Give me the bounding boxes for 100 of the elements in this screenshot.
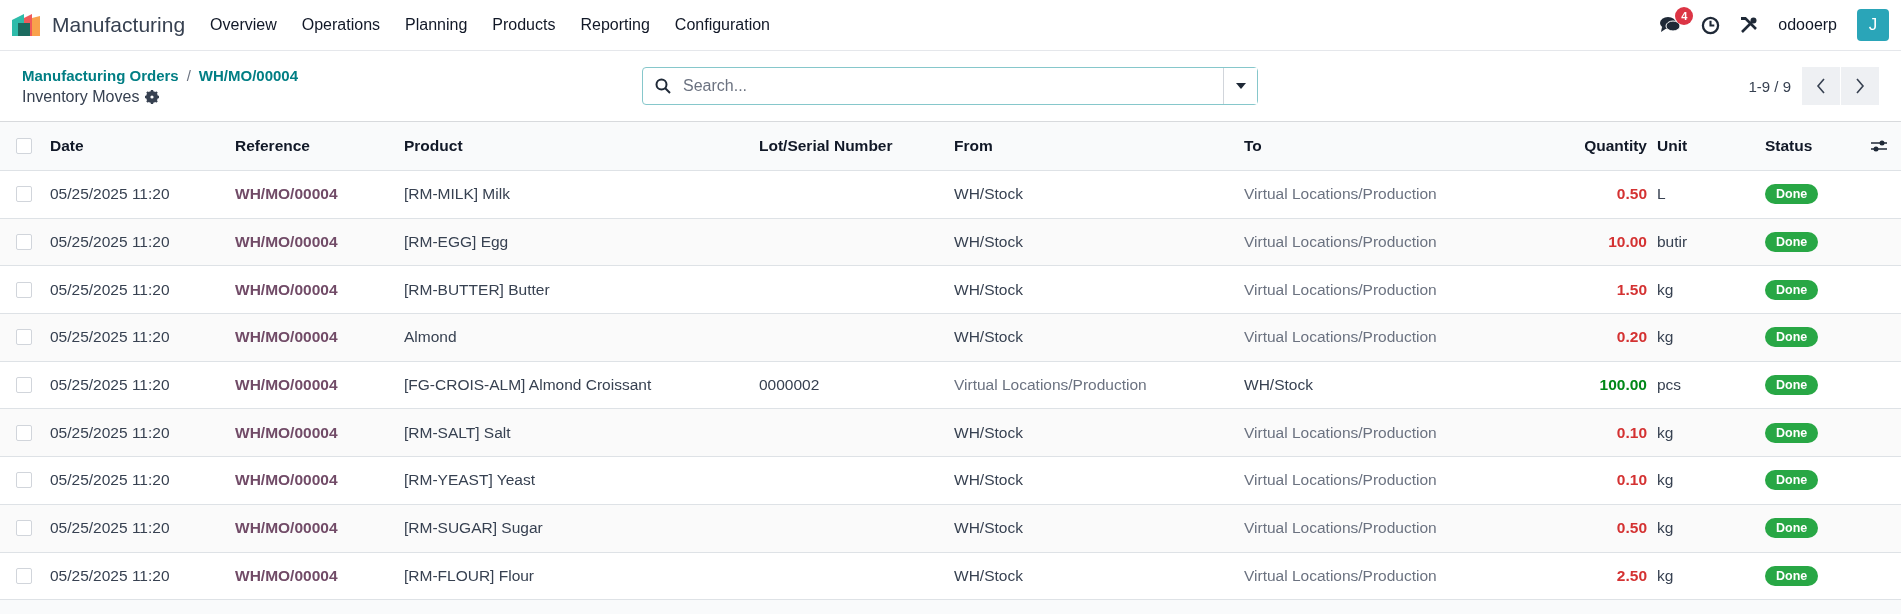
unit-cell-text: pcs — [1657, 376, 1683, 395]
status-badge: Done — [1765, 470, 1819, 491]
tools-icon[interactable] — [1740, 16, 1759, 34]
clock-icon[interactable] — [1701, 15, 1721, 35]
column-settings-icon[interactable] — [1871, 139, 1887, 153]
row-checkbox[interactable] — [16, 377, 32, 394]
row-checkbox[interactable] — [16, 567, 32, 584]
date-cell-text: 05/25/2025 11:20 — [50, 423, 171, 442]
column-header[interactable]: Product — [404, 137, 759, 155]
row-checkbox[interactable] — [16, 424, 32, 441]
to-location-cell-text: Virtual Locations/Production — [1244, 423, 1438, 442]
user-name[interactable]: odooerp — [1778, 16, 1837, 34]
status-badge: Done — [1765, 565, 1819, 586]
menu-item[interactable]: Operations — [301, 16, 381, 34]
status-badge: Done — [1765, 375, 1819, 396]
app-name[interactable]: Manufacturing — [52, 13, 186, 37]
page-title: Inventory Moves — [22, 87, 140, 106]
quantity-cell-text: 2.50 — [1615, 566, 1647, 585]
date-cell-text: 05/25/2025 11:20 — [50, 185, 171, 204]
to-location-cell-text: Virtual Locations/Production — [1244, 328, 1438, 347]
search-icon — [655, 78, 671, 94]
menu-item[interactable]: Reporting — [580, 16, 650, 34]
unit-cell-text: kg — [1657, 280, 1675, 299]
chat-icon[interactable] — [1659, 16, 1682, 34]
quantity-cell-text: 100.00 — [1598, 376, 1647, 395]
unit-cell-text: kg — [1657, 471, 1675, 490]
date-cell-text: 05/25/2025 11:20 — [50, 280, 171, 299]
column-header[interactable]: Reference — [235, 137, 404, 155]
menu-item[interactable]: Planning — [405, 16, 468, 34]
column-header[interactable]: Quantity — [1534, 137, 1647, 155]
caret-down-icon — [1235, 83, 1246, 89]
unit-cell-text: L — [1657, 185, 1667, 204]
column-header[interactable]: Status — [1765, 137, 1851, 155]
from-location-cell-text: WH/Stock — [954, 280, 1024, 299]
product-cell-text: [RM-SALT] Salt — [404, 423, 512, 442]
lot-cell-text: 0000002 — [759, 376, 821, 395]
date-cell-text: 05/25/2025 11:20 — [50, 566, 171, 585]
settings-icon[interactable] — [145, 89, 160, 104]
reference-cell-text: WH/MO/00004 — [235, 185, 339, 204]
menu-item[interactable]: Configuration — [674, 16, 770, 34]
from-location-cell-text: WH/Stock — [954, 423, 1024, 442]
previous-page-button[interactable] — [1802, 67, 1840, 105]
quantity-cell-text: 1.50 — [1615, 280, 1647, 299]
product-cell-text: [FG-CROIS-ALM] Almond Croissant — [404, 376, 653, 395]
row-checkbox[interactable] — [16, 281, 32, 298]
quantity-cell-text: 0.10 — [1615, 471, 1647, 490]
reference-cell-text: WH/MO/00004 — [235, 566, 339, 585]
to-location-cell-text: Virtual Locations/Production — [1244, 519, 1438, 538]
status-badge: Done — [1765, 279, 1819, 300]
row-checkbox[interactable] — [16, 186, 32, 203]
product-cell-text: [RM-BUTTER] Butter — [404, 280, 551, 299]
date-cell-text: 05/25/2025 11:20 — [50, 233, 171, 252]
chevron-left-icon — [1816, 78, 1826, 94]
status-badge: Done — [1765, 327, 1819, 348]
column-header[interactable]: From — [954, 137, 1244, 155]
reference-cell-text: WH/MO/00004 — [235, 376, 339, 395]
column-header[interactable]: Unit — [1657, 137, 1765, 155]
product-cell-text: [RM-FLOUR] Flour — [404, 566, 536, 585]
from-location-cell-text: WH/Stock — [954, 566, 1024, 585]
column-header[interactable]: Date — [50, 137, 235, 155]
unit-cell-text: kg — [1657, 519, 1675, 538]
unit-cell-text: kg — [1657, 566, 1675, 585]
menu-item[interactable]: Products — [492, 16, 556, 34]
quantity-cell-text: 0.50 — [1615, 519, 1647, 538]
quantity-cell-text: 10.00 — [1607, 233, 1647, 252]
to-location-cell-text: Virtual Locations/Production — [1244, 233, 1438, 252]
column-header[interactable]: To — [1244, 137, 1534, 155]
reference-cell-text: WH/MO/00004 — [235, 233, 339, 252]
breadcrumb-link[interactable]: Manufacturing Orders — [22, 66, 179, 84]
menu-item[interactable]: Overview — [210, 16, 277, 34]
to-location-cell-text: Virtual Locations/Production — [1244, 471, 1438, 490]
from-location-cell-text: WH/Stock — [954, 519, 1024, 538]
product-cell-text: [RM-SUGAR] Sugar — [404, 519, 544, 538]
row-checkbox[interactable] — [16, 329, 32, 346]
from-location-cell-text: WH/Stock — [954, 471, 1024, 490]
row-checkbox[interactable] — [16, 520, 32, 537]
from-location-cell-text: Virtual Locations/Production — [954, 376, 1148, 395]
next-page-button[interactable] — [1841, 67, 1879, 105]
unit-cell-text: butir — [1657, 233, 1689, 252]
to-location-cell-text: Virtual Locations/Production — [1244, 185, 1438, 204]
column-header[interactable]: Lot/Serial Number — [759, 137, 954, 155]
date-cell-text: 05/25/2025 11:20 — [50, 376, 171, 395]
pager-value[interactable]: 1-9 / 9 — [1748, 77, 1791, 95]
date-cell-text: 05/25/2025 11:20 — [50, 471, 171, 490]
breadcrumb-separator: / — [186, 66, 191, 84]
row-checkbox[interactable] — [16, 472, 32, 489]
row-checkbox[interactable] — [16, 234, 32, 251]
select-all-checkbox[interactable] — [16, 138, 32, 154]
status-badge: Done — [1765, 518, 1819, 539]
quantity-cell-text: 0.10 — [1615, 423, 1647, 442]
search-bar[interactable]: Search... — [642, 67, 1258, 105]
search-options-button[interactable] — [1223, 68, 1257, 104]
reference-cell-text: WH/MO/00004 — [235, 328, 339, 347]
to-location-cell-text: WH/Stock — [1244, 376, 1314, 395]
quantity-cell-text: 0.50 — [1615, 185, 1647, 204]
reference-cell-text: WH/MO/00004 — [235, 423, 339, 442]
breadcrumb-link[interactable]: WH/MO/00004 — [198, 66, 299, 84]
status-badge: Done — [1765, 422, 1819, 443]
unit-cell-text: kg — [1657, 328, 1675, 347]
date-cell-text: 05/25/2025 11:20 — [50, 328, 171, 347]
